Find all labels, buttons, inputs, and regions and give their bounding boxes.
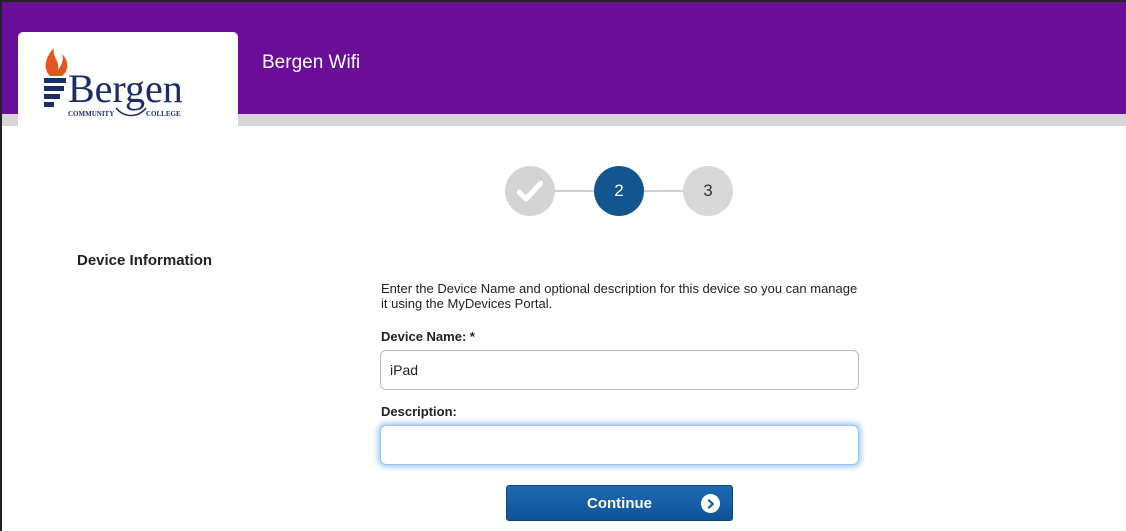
logo-tagline-right: COLLEGE: [146, 110, 181, 118]
step-2-active: 2: [594, 166, 644, 216]
step-3-pending: 3: [683, 166, 733, 216]
step-connector: [553, 190, 597, 192]
device-name-input[interactable]: [380, 350, 859, 390]
logo-tagline-left: COMMUNITY: [68, 110, 114, 118]
step-1-completed: [505, 166, 555, 216]
description-input[interactable]: [380, 425, 859, 465]
continue-button[interactable]: Continue: [506, 485, 733, 521]
step-number: 2: [614, 181, 624, 200]
chevron-right-icon: [701, 494, 720, 513]
continue-button-label: Continue: [587, 494, 652, 512]
bergen-logo-icon: Bergen COMMUNITY COLLEGE: [44, 48, 183, 118]
page-title: Bergen Wifi: [262, 52, 361, 73]
step-number: 3: [703, 181, 713, 200]
college-logo: Bergen COMMUNITY COLLEGE: [18, 32, 238, 126]
check-icon: [517, 180, 543, 202]
description-label: Description:: [381, 404, 457, 419]
progress-steps: 2 3: [505, 166, 735, 216]
section-title: Device Information: [77, 252, 213, 269]
intro-text: Enter the Device Name and optional descr…: [381, 281, 858, 311]
step-connector: [642, 190, 686, 192]
logo-wordmark: Bergen: [68, 66, 183, 111]
device-name-label: Device Name: *: [381, 329, 475, 344]
